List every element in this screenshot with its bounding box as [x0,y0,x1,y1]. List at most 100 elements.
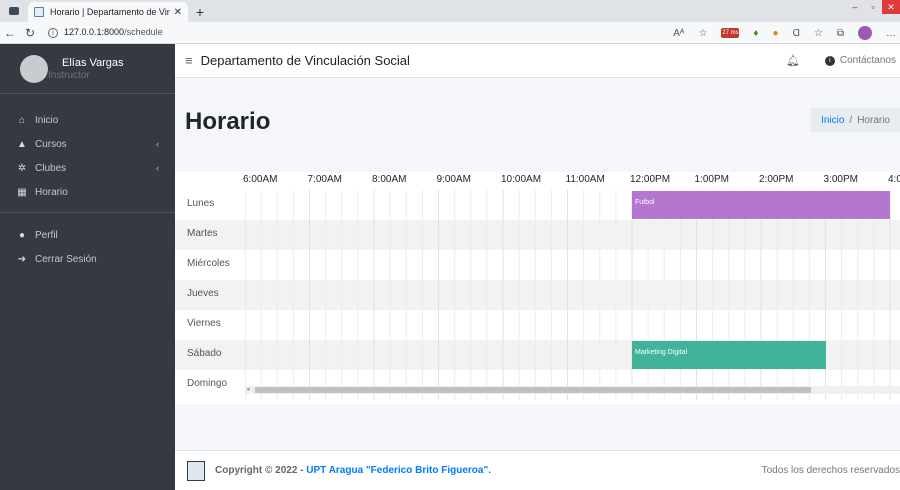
sidebar-item-label: Horario [35,186,68,198]
url-host: 127.0.0.1:8000 [64,27,125,37]
time-label: 11:00AM [565,174,605,185]
scroll-left-icon[interactable]: ◂ [246,385,250,393]
time-label: 4:00PM [888,174,900,185]
time-label: 8:00AM [372,174,407,185]
gear-icon: ✲ [17,162,27,174]
tab-actions-icon[interactable] [0,0,28,22]
day-label: Lunes [187,198,215,209]
calendar-icon: ▦ [17,186,27,198]
more-icon[interactable]: … [886,28,896,39]
minimize-icon[interactable]: – [846,0,864,14]
schedule-grid: 6:00AM 7:00AM 8:00AM 9:00AM 10:00AM 11:00AM 12… [175,172,900,404]
contact-label: Contáctanos [839,55,896,66]
time-label: 1:00PM [694,174,729,185]
contact-link[interactable]: i Contáctanos [824,55,896,66]
time-label: 2:00PM [759,174,794,185]
sidebar-item-label: Perfil [35,229,58,241]
address-bar: ← ↻ i 127.0.0.1:8000/schedule Aᴬ ☆ 27 ms … [0,22,900,44]
url-field[interactable]: i 127.0.0.1:8000/schedule [48,27,163,38]
sidebar-item-label: Cerrar Sesión [35,253,97,265]
read-aloud-icon[interactable]: Aᴬ [673,28,684,39]
avatar [20,54,48,83]
schedule-event[interactable]: Marketing Digital [632,341,826,369]
back-icon[interactable]: ← [0,26,20,40]
sidebar-item-clubes[interactable]: ✲ Clubes ‹ [0,156,175,180]
day-label: Martes [187,228,218,239]
browser-tab[interactable]: Horario | Departamento de Vinc ✕ [28,2,188,22]
extension-drop-icon[interactable]: ● [773,28,779,39]
home-icon: ⌂ [18,114,26,126]
sidebar-menu: ⌂ Inicio ▲ Cursos ‹ ✲ Clubes ‹ ▦ Horario… [0,94,175,271]
sidebar-item-perfil[interactable]: ● Perfil [0,223,175,247]
department-title: Departamento de Vinculación Social [200,53,410,68]
window-controls: – ▫ ✕ [846,0,900,14]
day-label: Domingo [187,378,228,389]
sidebar-item-label: Inicio [35,114,59,126]
bell-icon[interactable]: 🔔︎ [786,54,800,67]
sign-out-icon: ➜ [17,253,27,265]
day-label: Miércoles [187,258,230,269]
rights-text: Todos los derechos reservados [761,465,900,476]
footer: Copyright © 2022 - UPT Aragua "Federico … [175,450,900,490]
page-title: Horario [185,108,271,135]
sidebar-item-horario[interactable]: ▦ Horario [0,180,175,204]
sidebar-item-inicio[interactable]: ⌂ Inicio [0,108,175,132]
day-label: Sábado [187,348,222,359]
user-role: Instructor [48,69,90,81]
refresh-icon[interactable]: ↻ [20,26,40,40]
site-info-icon[interactable]: i [48,28,58,38]
browser-tab-bar: Horario | Departamento de Vinc ✕ + – ▫ ✕ [0,0,900,22]
breadcrumb-home-link[interactable]: Inicio [821,115,844,126]
breadcrumb-separator: / [849,114,853,126]
collections-icon[interactable]: ⧉ [837,28,844,39]
extension-badge-icon[interactable]: 27 ms [721,28,740,38]
tab-title: Horario | Departamento de Vinc [50,7,170,17]
org-link[interactable]: UPT Aragua "Federico Brito Figueroa". [306,465,491,476]
info-icon: i [824,55,835,66]
sidebar-item-cursos[interactable]: ▲ Cursos ‹ [0,132,175,156]
extensions-bar: Aᴬ ☆ 27 ms ♦ ● Ɑ ☆ ⧉ … [673,22,896,44]
sidebar-divider [0,212,175,213]
time-label: 9:00AM [436,174,471,185]
maximize-icon[interactable]: ▫ [864,0,882,14]
copyright-prefix: Copyright © 2022 - [215,465,307,476]
day-label: Jueves [187,288,219,299]
time-label: 6:00AM [243,174,278,185]
copyright-text: Copyright © 2022 - UPT Aragua "Federico … [215,465,491,476]
schedule-event[interactable]: Futbol [632,191,890,219]
close-tab-icon[interactable]: ✕ [174,7,182,18]
breadcrumb: Inicio / Horario [811,108,900,132]
new-tab-button[interactable]: + [188,2,212,22]
close-window-icon[interactable]: ✕ [882,0,900,14]
chevron-left-icon: ‹ [156,163,159,173]
user-icon: ● [18,229,26,241]
sidebar-item-label: Cursos [35,138,67,150]
url-path: /schedule [124,27,163,37]
graduation-cap-icon: ▲ [17,138,27,150]
time-label: 3:00PM [823,174,858,185]
chevron-left-icon: ‹ [156,139,159,149]
main-content: Horario Inicio / Horario 6:00AM 7:00AM 8:0… [175,78,900,450]
time-header: 6:00AM 7:00AM 8:00AM 9:00AM 10:00AM 11:00AM 12… [175,172,900,190]
extension-c-icon[interactable]: Ɑ [793,28,800,39]
top-header: ≡ Departamento de Vinculación Social 🔔︎ … [175,44,900,78]
sidebar: Elías Vargas Instructor ⌂ Inicio ▲ Curso… [0,44,175,490]
user-name[interactable]: Elías Vargas [62,57,124,70]
day-label: Viernes [187,318,221,329]
time-label: 10:00AM [501,174,542,185]
profile-avatar-icon[interactable] [858,26,872,40]
university-logo [187,460,205,481]
horizontal-scrollbar[interactable]: ◂ [245,386,900,394]
scrollbar-thumb[interactable] [255,387,811,393]
extension-leaf-icon[interactable]: ♦ [753,28,758,39]
menu-toggle-icon[interactable]: ≡ [185,53,193,68]
favorite-icon[interactable]: ☆ [698,28,707,39]
sidebar-item-label: Clubes [35,162,67,174]
user-panel: Elías Vargas Instructor [0,44,175,94]
sidebar-item-cerrar-sesion[interactable]: ➜ Cerrar Sesión [0,247,175,271]
time-label: 12:00PM [630,174,671,185]
breadcrumb-current: Horario [857,114,890,126]
time-label: 7:00AM [307,174,342,185]
favorites-list-icon[interactable]: ☆ [814,28,823,39]
favicon-icon [34,7,44,17]
